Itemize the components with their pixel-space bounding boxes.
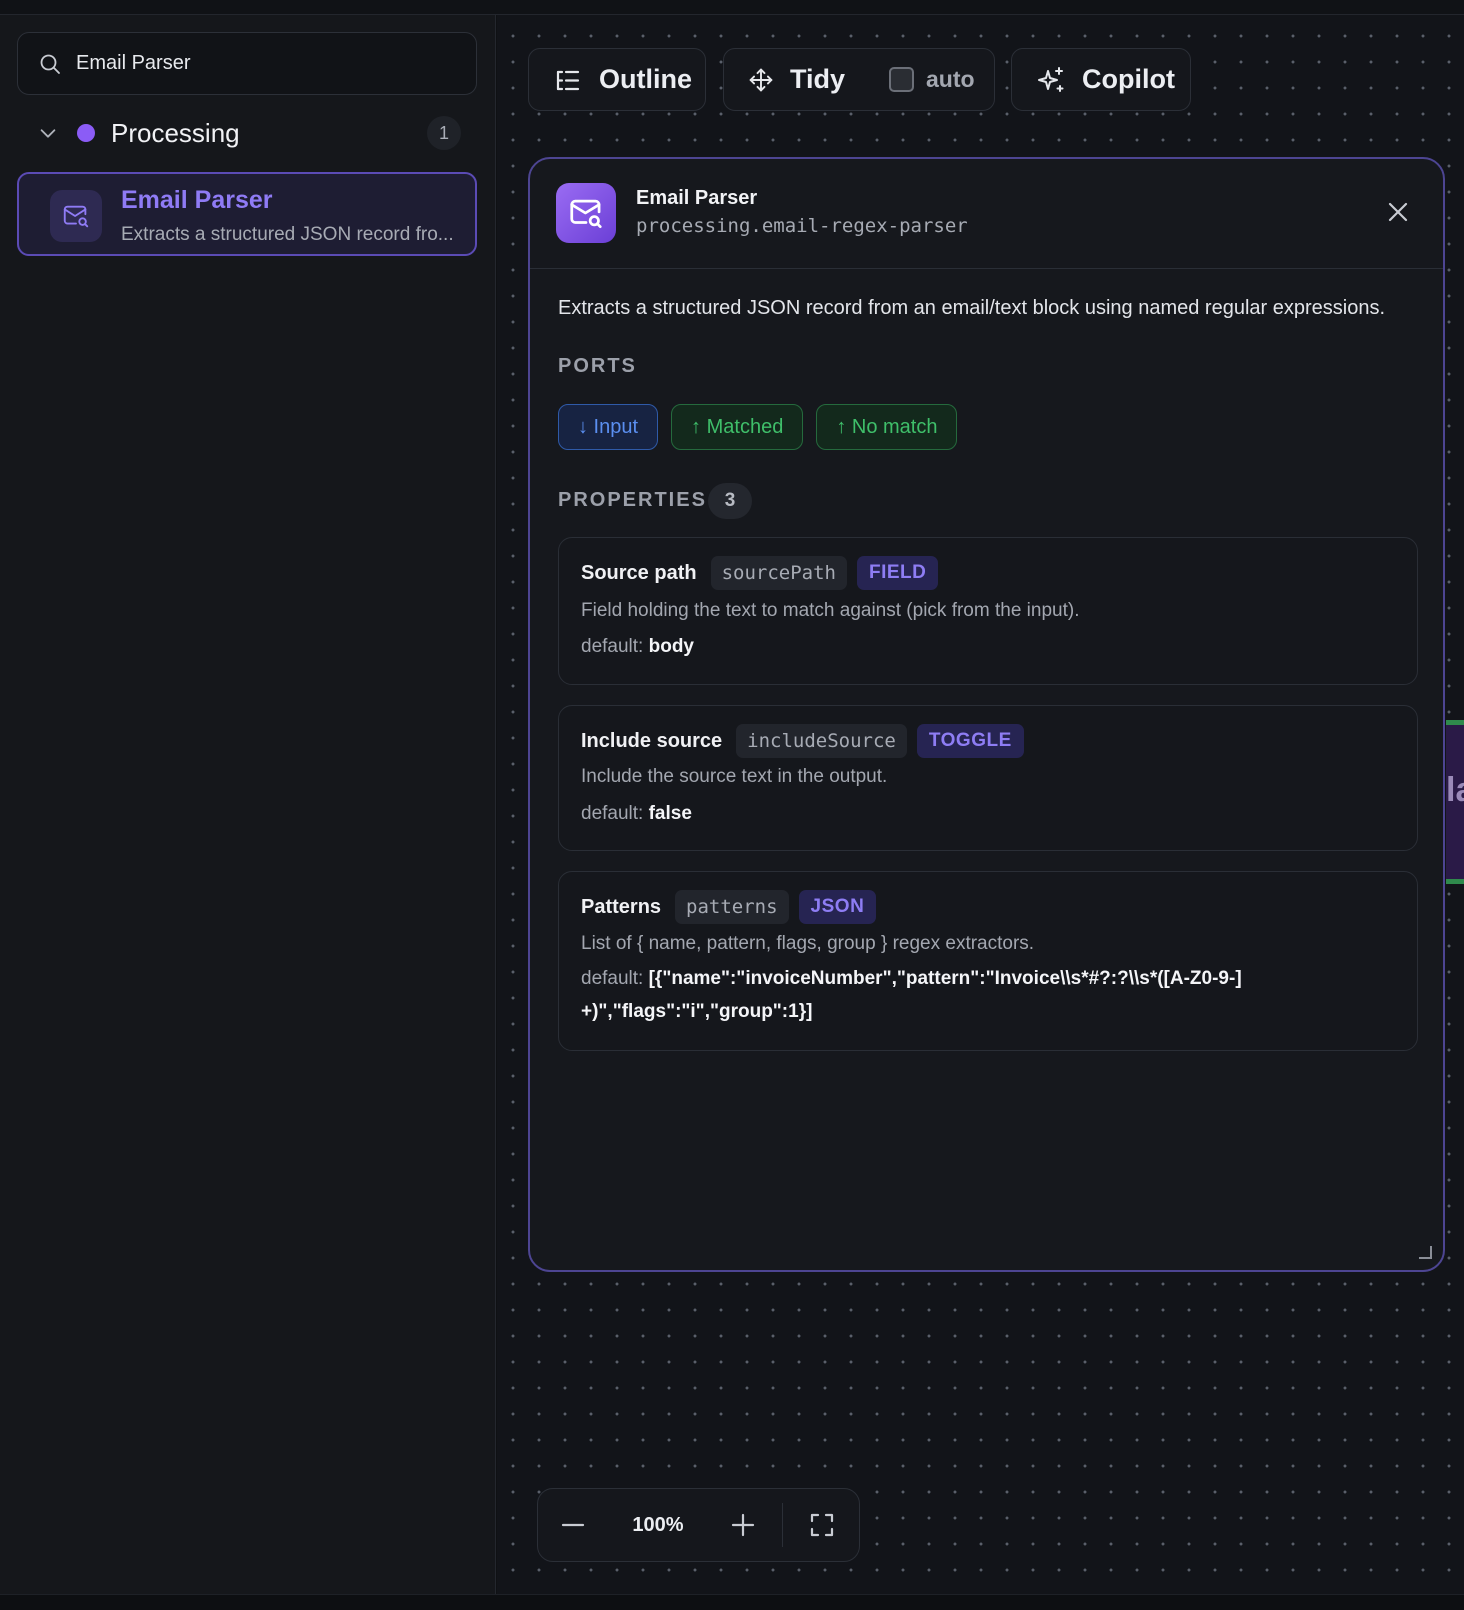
- sidebar-node-email-parser[interactable]: Email Parser Extracts a structured JSON …: [17, 172, 477, 256]
- property-help: List of { name, pattern, flags, group } …: [581, 933, 1035, 954]
- fullscreen-icon: [810, 1513, 834, 1537]
- fit-view-button[interactable]: [787, 1489, 857, 1561]
- outline-label: Outline: [599, 64, 692, 94]
- properties-heading: PROPERTIES: [558, 489, 707, 511]
- zoom-in-button[interactable]: [708, 1489, 778, 1561]
- property-type-badge: JSON: [798, 890, 877, 924]
- panel-description: Extracts a structured JSON record from a…: [558, 297, 1386, 319]
- node-title: Email Parser: [121, 186, 273, 214]
- node-details-panel: Email Parser processing.email-regex-pars…: [528, 157, 1445, 1272]
- tidy-label: Tidy: [789, 64, 845, 94]
- default-value: body: [648, 636, 694, 657]
- minus-icon: [561, 1523, 585, 1527]
- plus-icon: [731, 1513, 755, 1537]
- property-label: Patterns: [581, 895, 662, 918]
- properties-count-badge: 3: [708, 483, 752, 519]
- bottom-bar: [0, 1594, 1464, 1610]
- property-default: default: false: [581, 797, 1261, 830]
- group-name: Processing: [111, 117, 240, 148]
- panel-title: Email Parser: [636, 187, 758, 209]
- default-value: [{"name":"invoiceNumber","pattern":"Invo…: [581, 968, 1242, 1022]
- mail-search-icon: [50, 190, 102, 242]
- property-key: patterns: [675, 890, 789, 924]
- auto-checkbox[interactable]: [889, 67, 914, 92]
- port-matched[interactable]: ↑ Matched: [671, 404, 804, 450]
- ports-heading: PORTS: [558, 355, 637, 377]
- canvas-node-peek-text: la: [1446, 771, 1464, 809]
- port-no-match[interactable]: ↑ No match: [816, 404, 958, 450]
- sidebar: Email Parser Processing 1 Email Parser E…: [0, 15, 496, 1594]
- property-source-path: Source path sourcePath FIELD Field holdi…: [558, 537, 1418, 685]
- property-default: default: body: [581, 630, 1261, 663]
- ports-list: ↓ Input ↑ Matched ↑ No match: [558, 404, 958, 450]
- property-patterns: Patterns patterns JSON List of { name, p…: [558, 871, 1418, 1051]
- default-label: default:: [581, 803, 644, 824]
- property-include-source: Include source includeSource TOGGLE Incl…: [558, 705, 1418, 851]
- zoom-controls: 100%: [537, 1488, 860, 1562]
- auto-tidy-toggle[interactable]: auto: [869, 49, 995, 110]
- property-key: includeSource: [736, 724, 907, 758]
- property-type-badge: FIELD: [856, 556, 939, 590]
- outline-icon: [556, 70, 580, 90]
- tidy-toolbar: Tidy auto: [723, 48, 995, 111]
- property-help: Field holding the text to match against …: [581, 600, 1080, 621]
- property-default: default: [{"name":"invoiceNumber","patte…: [581, 962, 1261, 1028]
- zoom-divider: [782, 1503, 783, 1547]
- close-icon[interactable]: [1383, 197, 1413, 227]
- panel-node-key: processing.email-regex-parser: [636, 215, 968, 237]
- property-type-badge: TOGGLE: [916, 724, 1024, 758]
- zoom-level: 100%: [632, 1513, 684, 1536]
- default-label: default:: [581, 968, 644, 989]
- top-bar: [0, 0, 1464, 15]
- node-description: Extracts a structured JSON record fro...: [121, 224, 454, 245]
- resize-handle-icon[interactable]: [1417, 1244, 1433, 1260]
- group-count-badge: 1: [427, 116, 461, 150]
- outline-toolbar: Outline: [528, 48, 706, 111]
- move-icon: [749, 68, 773, 91]
- search-icon: [40, 54, 60, 74]
- search-value: Email Parser: [76, 52, 191, 74]
- default-value: false: [648, 803, 692, 824]
- auto-label: auto: [926, 66, 975, 92]
- group-color-dot: [77, 124, 95, 142]
- property-key: sourcePath: [710, 556, 847, 590]
- canvas-node-peek[interactable]: la: [1446, 720, 1464, 884]
- panel-header: Email Parser processing.email-regex-pars…: [530, 159, 1443, 269]
- copilot-button[interactable]: Copilot: [1012, 49, 1199, 110]
- outline-button[interactable]: Outline: [529, 49, 716, 110]
- property-label: Include source: [581, 729, 723, 752]
- mail-search-icon: [556, 183, 616, 243]
- search-input[interactable]: Email Parser: [17, 32, 477, 95]
- zoom-out-button[interactable]: [538, 1489, 608, 1561]
- group-processing[interactable]: Processing 1: [17, 111, 477, 155]
- default-label: default:: [581, 636, 644, 657]
- copilot-label: Copilot: [1082, 64, 1175, 94]
- property-help: Include the source text in the output.: [581, 766, 888, 787]
- port-input[interactable]: ↓ Input: [558, 404, 659, 450]
- tidy-button[interactable]: Tidy: [724, 49, 869, 110]
- chevron-down-icon[interactable]: [37, 122, 59, 144]
- copilot-toolbar: Copilot: [1011, 48, 1191, 111]
- property-label: Source path: [581, 561, 697, 584]
- sparkles-icon: [1038, 66, 1064, 92]
